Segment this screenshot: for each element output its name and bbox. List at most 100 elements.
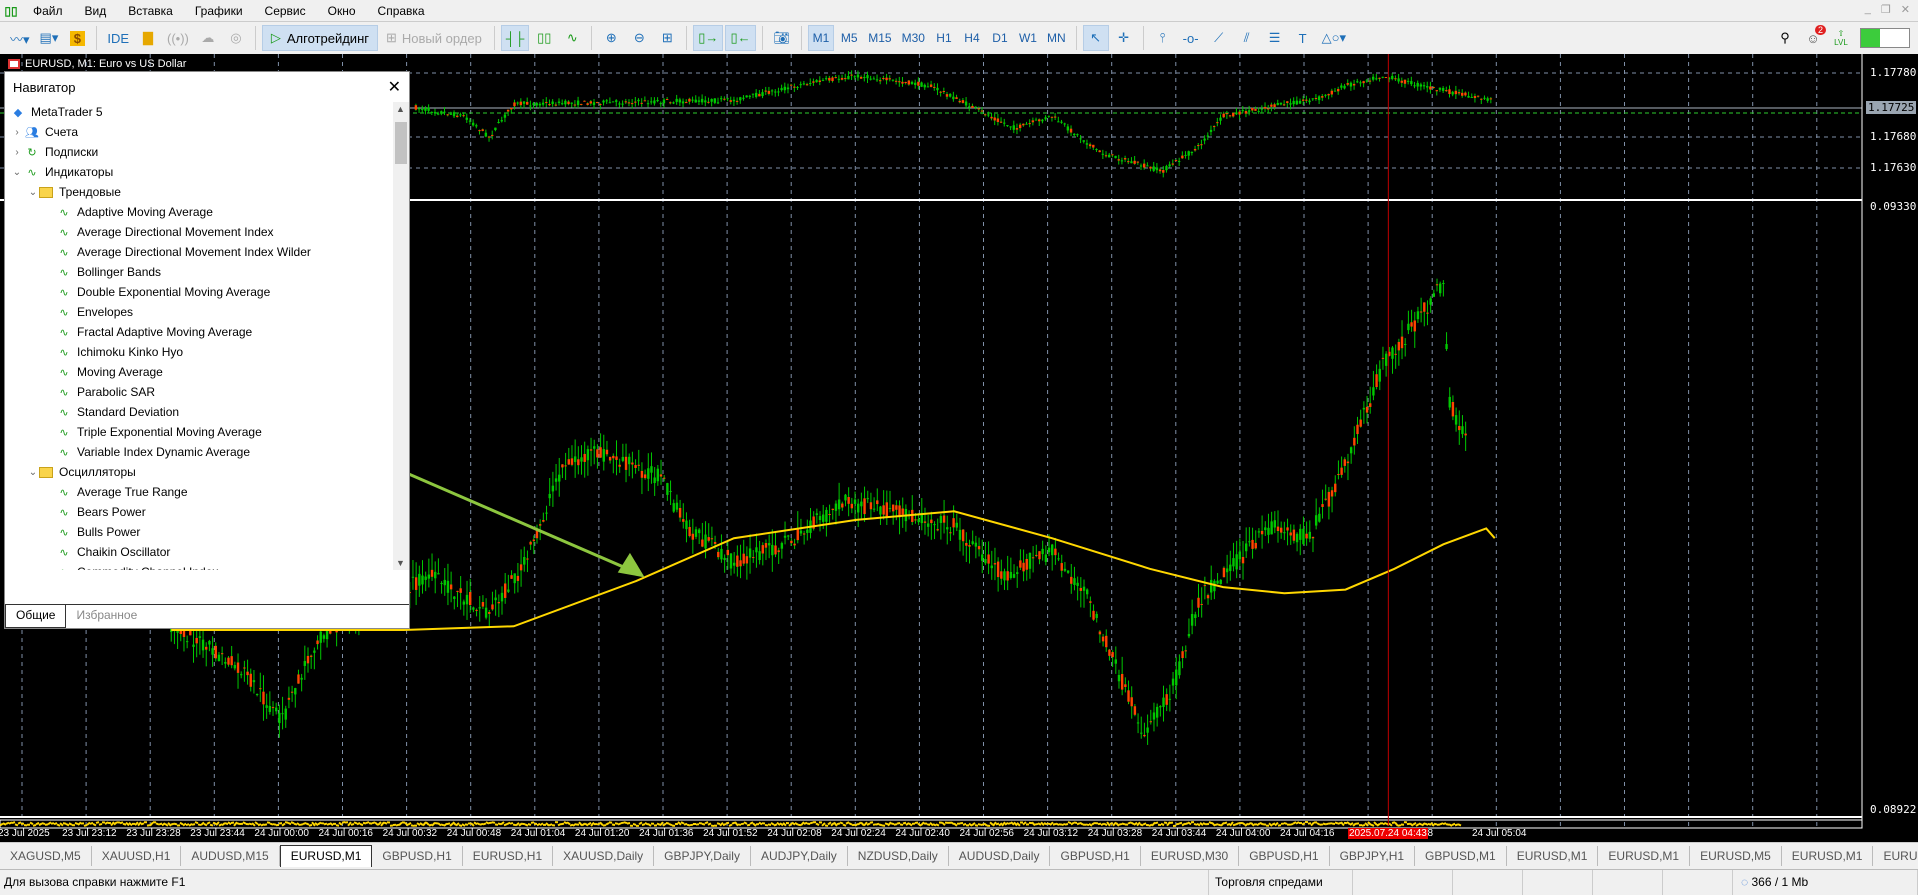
tree-indicator[interactable]: ∿Adaptive Moving Average <box>5 202 395 222</box>
autoscroll-button[interactable]: ▯→ <box>693 25 723 51</box>
tree-indicator[interactable]: ∿Triple Exponential Moving Average <box>5 422 395 442</box>
menu-help[interactable]: Справка <box>367 4 436 18</box>
ide-button[interactable]: IDE <box>103 25 133 51</box>
chart-tab[interactable]: GBPJPY,Daily <box>654 846 751 866</box>
chart-tab[interactable]: XAUUSD,H1 <box>92 846 182 866</box>
close-window-icon[interactable]: ✕ <box>1901 3 1910 16</box>
chart-tab[interactable]: GBPJPY,H1 <box>1330 846 1415 866</box>
screenshot-button[interactable]: 📷︎ <box>769 25 795 51</box>
chart-tab[interactable]: GBPUSD,M1 <box>1415 846 1507 866</box>
shapes-dropdown[interactable]: △○▾ <box>1318 25 1350 51</box>
chart-tab[interactable]: AUDUSD,M15 <box>181 846 279 866</box>
tree-indicator[interactable]: ∿Average Directional Movement Index Wild… <box>5 242 395 262</box>
menu-file[interactable]: Файл <box>22 4 74 18</box>
zoom-in-button[interactable]: ⊕ <box>598 25 624 51</box>
tree-indicator[interactable]: ∿Parabolic SAR <box>5 382 395 402</box>
tree-indicator[interactable]: ∿Average Directional Movement Index <box>5 222 395 242</box>
vps-button[interactable]: ☁ <box>195 25 221 51</box>
horizontal-line-button[interactable]: -o- <box>1178 25 1204 51</box>
tree-indicator[interactable]: ∿Bears Power <box>5 502 395 522</box>
chart-tab[interactable]: EURUSD,H1 <box>463 846 553 866</box>
tree-indicator[interactable]: ∿Bulls Power <box>5 522 395 542</box>
menu-window[interactable]: Окно <box>317 4 367 18</box>
fibo-button[interactable]: ☰ <box>1262 25 1288 51</box>
menu-charts[interactable]: Графики <box>184 4 254 18</box>
level-button[interactable]: ⇧LVL <box>1828 25 1854 51</box>
minimize-icon[interactable]: _ <box>1865 3 1871 16</box>
navigator-scrollbar[interactable]: ▲▼ <box>393 102 409 570</box>
tree-item[interactable]: ›↻Подписки <box>5 142 395 162</box>
crosshair-button[interactable]: ✛ <box>1111 25 1137 51</box>
tree-indicator[interactable]: ∿Commodity Channel Index <box>5 562 395 570</box>
tree-folder[interactable]: ⌄Осцилляторы <box>5 462 395 482</box>
new-order-button[interactable]: ⊞Новый ордер <box>380 25 488 51</box>
menu-tools[interactable]: Сервис <box>254 4 317 18</box>
cursor-button[interactable]: ↖ <box>1083 25 1109 51</box>
candles-button[interactable]: ▯▯ <box>531 25 557 51</box>
bar-chart-button[interactable]: ┤├ <box>501 25 529 51</box>
hosting-button[interactable]: ◎ <box>223 25 249 51</box>
notifications-button[interactable]: ☺2 <box>1800 25 1826 51</box>
chart-tab[interactable]: GBPUSD,H1 <box>1239 846 1329 866</box>
chart-tab[interactable]: EURUSD.s,M5 <box>1873 846 1918 866</box>
trendline-button[interactable]: ⟋ <box>1206 25 1232 51</box>
tf-M30[interactable]: M30 <box>898 25 929 51</box>
tf-H1[interactable]: H1 <box>931 25 957 51</box>
tree-indicator[interactable]: ∿Moving Average <box>5 362 395 382</box>
shop-button[interactable]: ▇ <box>135 25 161 51</box>
tree-indicator[interactable]: ∿Standard Deviation <box>5 402 395 422</box>
text-button[interactable]: T <box>1290 25 1316 51</box>
tree-indicator[interactable]: ∿Envelopes <box>5 302 395 322</box>
search-button[interactable]: ⚲ <box>1772 25 1798 51</box>
close-icon[interactable]: ✕ <box>388 77 401 97</box>
tree-indicator[interactable]: ∿Double Exponential Moving Average <box>5 282 395 302</box>
tf-D1[interactable]: D1 <box>987 25 1013 51</box>
connection-toggle[interactable] <box>1860 28 1910 48</box>
channel-button[interactable]: ⫽ <box>1234 25 1260 51</box>
navigator-tab-general[interactable]: Общие <box>5 605 66 628</box>
chart-tab[interactable]: EURUSD,M1 <box>280 845 373 867</box>
line-button[interactable]: ∿ <box>559 25 585 51</box>
menu-view[interactable]: Вид <box>74 4 118 18</box>
chart-tab[interactable]: AUDJPY,Daily <box>751 846 848 866</box>
market-button[interactable]: $ <box>64 25 90 51</box>
signals-button[interactable]: ((•)) <box>163 25 193 51</box>
tree-root[interactable]: ◆MetaTrader 5 <box>5 102 395 122</box>
tf-M5[interactable]: M5 <box>836 25 862 51</box>
algotrading-button[interactable]: ▷Алготрейдинг <box>262 25 378 51</box>
chart-tab[interactable]: EURUSD,M30 <box>1141 846 1239 866</box>
chart-tab[interactable]: GBPUSD,H1 <box>1050 846 1140 866</box>
templates-dropdown[interactable]: ▤▾ <box>36 25 63 51</box>
restore-icon[interactable]: ❐ <box>1881 3 1891 16</box>
tf-MN[interactable]: MN <box>1043 25 1070 51</box>
tf-M1[interactable]: M1 <box>808 25 835 51</box>
tile-button[interactable]: ⊞ <box>654 25 680 51</box>
menu-insert[interactable]: Вставка <box>117 4 184 18</box>
chart-tab[interactable]: XAGUSD,M5 <box>0 846 92 866</box>
chart-tab[interactable]: AUDUSD,Daily <box>949 846 1051 866</box>
chart-tab[interactable]: EURUSD,M1 <box>1782 846 1874 866</box>
chart-tab[interactable]: EURUSD,M1 <box>1507 846 1599 866</box>
tf-H4[interactable]: H4 <box>959 25 985 51</box>
tree-indicator[interactable]: ∿Bollinger Bands <box>5 262 395 282</box>
chart-type-dropdown[interactable]: 〰▾ <box>6 25 34 51</box>
navigator-tab-favorites[interactable]: Избранное <box>66 605 147 628</box>
tree-indicator[interactable]: ∿Average True Range <box>5 482 395 502</box>
chart-shift-button[interactable]: ▯← <box>725 25 755 51</box>
chart-tab[interactable]: EURUSD,M1 <box>1598 846 1690 866</box>
chart-tab[interactable]: NZDUSD,Daily <box>848 846 949 866</box>
tree-indicator[interactable]: ∿Chaikin Oscillator <box>5 542 395 562</box>
chart-tab[interactable]: GBPUSD,H1 <box>372 846 462 866</box>
chart-tab[interactable]: EURUSD,M5 <box>1690 846 1782 866</box>
tree-indicator[interactable]: ∿Ichimoku Kinko Hyo <box>5 342 395 362</box>
tf-W1[interactable]: W1 <box>1015 25 1041 51</box>
chart-tab[interactable]: XAUUSD,Daily <box>553 846 654 866</box>
tree-indicator[interactable]: ∿Fractal Adaptive Moving Average <box>5 322 395 342</box>
zoom-out-button[interactable]: ⊖ <box>626 25 652 51</box>
tree-item[interactable]: ⌄∿Индикаторы <box>5 162 395 182</box>
tree-item[interactable]: ›👥︎Счета <box>5 122 395 142</box>
tf-M15[interactable]: M15 <box>864 25 895 51</box>
tree-indicator[interactable]: ∿Variable Index Dynamic Average <box>5 442 395 462</box>
vertical-line-button[interactable]: ⫯ <box>1150 25 1176 51</box>
tree-folder[interactable]: ⌄Трендовые <box>5 182 395 202</box>
